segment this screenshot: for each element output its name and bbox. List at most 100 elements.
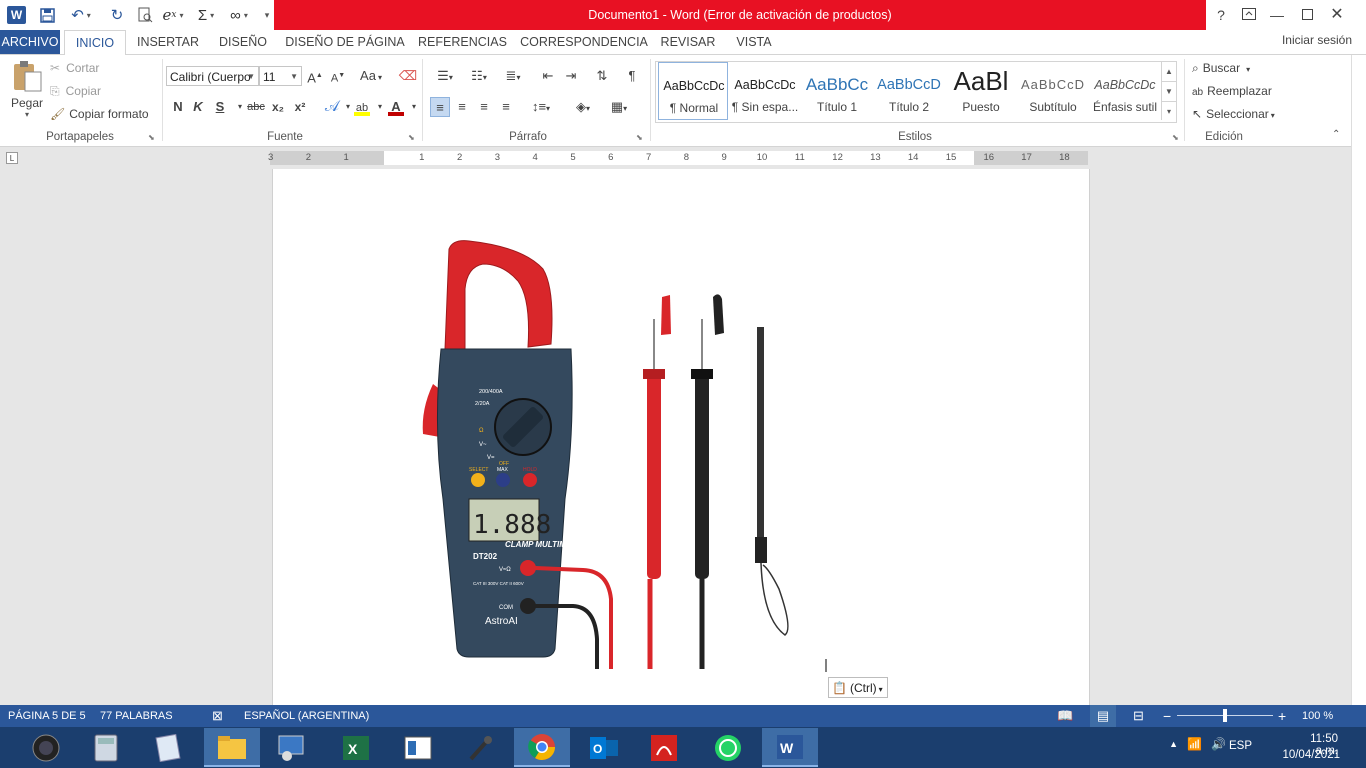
italic-button[interactable]: K xyxy=(188,97,208,117)
line-spacing-icon[interactable]: ↕≡▾ xyxy=(526,97,556,117)
whatsapp-icon[interactable] xyxy=(700,728,756,767)
chevron-down-icon[interactable]: ▼ xyxy=(1162,81,1176,101)
tab-diseno-de-pagina[interactable]: DISEÑO DE PÁGINA xyxy=(284,30,406,54)
dialog-launcher-icon[interactable]: ⬊ xyxy=(636,133,643,142)
reader-icon[interactable] xyxy=(390,728,446,767)
tab-archivo[interactable]: ARCHIVO xyxy=(0,30,60,54)
dialog-launcher-icon[interactable]: ⬊ xyxy=(1172,133,1179,142)
borders-icon[interactable]: ▦▾ xyxy=(604,97,634,117)
font-size-combo[interactable]: 11 ▼ xyxy=(259,66,302,86)
proofing-icon[interactable]: ⊠ xyxy=(212,705,223,727)
show-formatting-button[interactable]: ¶ xyxy=(622,66,642,86)
tab-correspondencia[interactable]: CORRESPONDENCIA xyxy=(518,30,650,54)
print-layout-icon[interactable]: ▤ xyxy=(1090,705,1116,727)
sign-in-link[interactable]: Iniciar sesión xyxy=(1282,30,1352,50)
format-painter-button[interactable]: 🖌 Copiar formato xyxy=(50,107,149,121)
zoom-slider-thumb[interactable] xyxy=(1223,709,1227,722)
tab-inicio[interactable]: INICIO xyxy=(64,30,126,56)
calculator-icon[interactable] xyxy=(78,728,134,767)
decrease-indent-icon[interactable]: ⇤ xyxy=(538,66,558,86)
subscript-button[interactable]: x₂ xyxy=(268,97,288,117)
page-count[interactable]: PÁGINA 5 DE 5 xyxy=(8,705,86,727)
font-color-dropdown-icon[interactable]: ▾ xyxy=(404,97,424,117)
select-button[interactable]: ↖ Seleccionar ▾ xyxy=(1192,107,1275,121)
redo-icon[interactable]: ↻ xyxy=(106,5,128,25)
camera-icon[interactable] xyxy=(18,728,74,767)
input-language[interactable]: ESP xyxy=(1229,740,1252,752)
grow-font-button[interactable]: A▲ xyxy=(305,66,325,86)
chevron-up-icon[interactable]: ▲ xyxy=(1162,62,1176,81)
zoom-level[interactable]: 100 % xyxy=(1302,705,1333,727)
horizontal-ruler[interactable]: 3 2 1 1 2 3 4 5 6 7 8 9 10 11 12 13 14 15 16 17 18 xyxy=(268,151,1088,165)
align-right-icon[interactable]: ≡ xyxy=(474,97,494,117)
shading-icon[interactable]: ◈▾ xyxy=(568,97,598,117)
undo-icon[interactable]: ↶ ▾ xyxy=(66,5,96,25)
equation-icon[interactable]: e x ▾ xyxy=(158,5,188,25)
zoom-slider[interactable] xyxy=(1177,709,1273,722)
styles-scroll[interactable]: ▲ ▼ ▾ xyxy=(1161,62,1176,120)
style-enfasis-sutil[interactable]: AaBbCcDc Énfasis sutil xyxy=(1090,62,1160,120)
zoom-in-button[interactable]: + xyxy=(1278,705,1286,727)
dialog-launcher-icon[interactable]: ⬊ xyxy=(148,133,155,142)
multimeter-image[interactable]: CLAMP MULTIMETER DT202 AstroAI 1.888 SEL… xyxy=(273,169,1089,705)
style-normal[interactable]: AaBbCcDc ¶ Normal xyxy=(658,62,728,120)
style-titulo-1[interactable]: AaBbCc Título 1 xyxy=(802,62,872,120)
excel-icon[interactable]: X xyxy=(328,728,384,767)
tab-referencias[interactable]: REFERENCIAS xyxy=(418,30,507,54)
sum-icon[interactable]: Σ ▾ xyxy=(192,5,220,25)
numbering-icon[interactable]: ☷▾ xyxy=(464,66,494,86)
word-count[interactable]: 77 PALABRAS xyxy=(100,705,173,727)
paste-options-button[interactable]: 📋 (Ctrl) ▾ xyxy=(828,677,888,698)
style-sin-espaciado[interactable]: AaBbCcDc ¶ Sin espa... xyxy=(730,62,800,120)
justify-icon[interactable]: ≡ xyxy=(496,97,516,117)
file-explorer-icon[interactable] xyxy=(204,728,260,767)
sort-icon[interactable]: ⇅ xyxy=(592,66,612,86)
zoom-out-button[interactable]: − xyxy=(1163,705,1171,727)
clear-formatting-icon[interactable]: ⌫ xyxy=(398,66,418,86)
highlight-icon[interactable]: ab xyxy=(352,97,372,117)
infinity-icon[interactable]: ∞ ▾ xyxy=(224,5,254,25)
volume-icon[interactable]: 🔊 xyxy=(1211,737,1226,751)
network-icon[interactable]: 📶 xyxy=(1187,737,1202,751)
copy-button[interactable]: ⎘ Copiar xyxy=(50,84,101,99)
tab-vista[interactable]: VISTA xyxy=(730,30,778,54)
outlook-icon[interactable]: O xyxy=(576,728,632,767)
font-color-icon[interactable]: A xyxy=(386,97,406,117)
align-center-icon[interactable]: ≡ xyxy=(452,97,472,117)
word-icon[interactable]: W xyxy=(7,6,26,24)
superscript-button[interactable]: x² xyxy=(290,97,310,117)
font-family-combo[interactable]: Calibri (Cuerpo ▼ xyxy=(166,66,259,86)
collapse-ribbon-icon[interactable]: ⌃ xyxy=(1332,129,1340,140)
save-icon[interactable] xyxy=(36,5,58,25)
control-panel-icon[interactable] xyxy=(264,728,320,767)
maximize-icon[interactable] xyxy=(1292,0,1322,30)
style-titulo-2[interactable]: AaBbCcD Título 2 xyxy=(874,62,944,120)
document-page[interactable]: CLAMP MULTIMETER DT202 AstroAI 1.888 SEL… xyxy=(272,169,1090,705)
help-button[interactable]: ? xyxy=(1206,0,1236,30)
print-preview-icon[interactable] xyxy=(134,5,156,25)
notepad-icon[interactable] xyxy=(140,728,196,767)
change-case-button[interactable]: Aa ▾ xyxy=(356,66,386,86)
acrobat-icon[interactable] xyxy=(636,728,692,767)
replace-button[interactable]: ab Reemplazar xyxy=(1192,84,1272,98)
dialog-launcher-icon[interactable]: ⬊ xyxy=(408,133,415,142)
vertical-scrollbar[interactable] xyxy=(1351,55,1366,705)
word-taskbar-icon[interactable]: W xyxy=(762,728,818,767)
chrome-icon[interactable] xyxy=(514,728,570,767)
customize-qat-icon[interactable]: ▾ xyxy=(260,5,274,25)
style-subtitulo[interactable]: AaBbCcD Subtítulo xyxy=(1018,62,1088,120)
show-hidden-icons[interactable]: ▲ xyxy=(1169,739,1178,749)
tab-selector-icon[interactable]: L xyxy=(6,152,18,164)
microphone-icon[interactable] xyxy=(452,728,508,767)
find-button[interactable]: ⌕ Buscar ▾ xyxy=(1192,61,1250,76)
multilevel-list-icon[interactable]: ≣▾ xyxy=(498,66,528,86)
tab-revisar[interactable]: REVISAR xyxy=(658,30,718,54)
read-mode-icon[interactable]: 📖 xyxy=(1057,705,1073,727)
web-layout-icon[interactable]: ⊟ xyxy=(1133,705,1144,727)
ribbon-display-icon[interactable] xyxy=(1234,0,1264,30)
document-area[interactable]: CLAMP MULTIMETER DT202 AstroAI 1.888 SEL… xyxy=(0,169,1352,705)
more-styles-icon[interactable]: ▾ xyxy=(1162,101,1176,121)
bold-button[interactable]: N xyxy=(168,97,188,117)
strikethrough-button[interactable]: abc xyxy=(244,97,268,117)
tab-insertar[interactable]: INSERTAR xyxy=(132,30,204,54)
